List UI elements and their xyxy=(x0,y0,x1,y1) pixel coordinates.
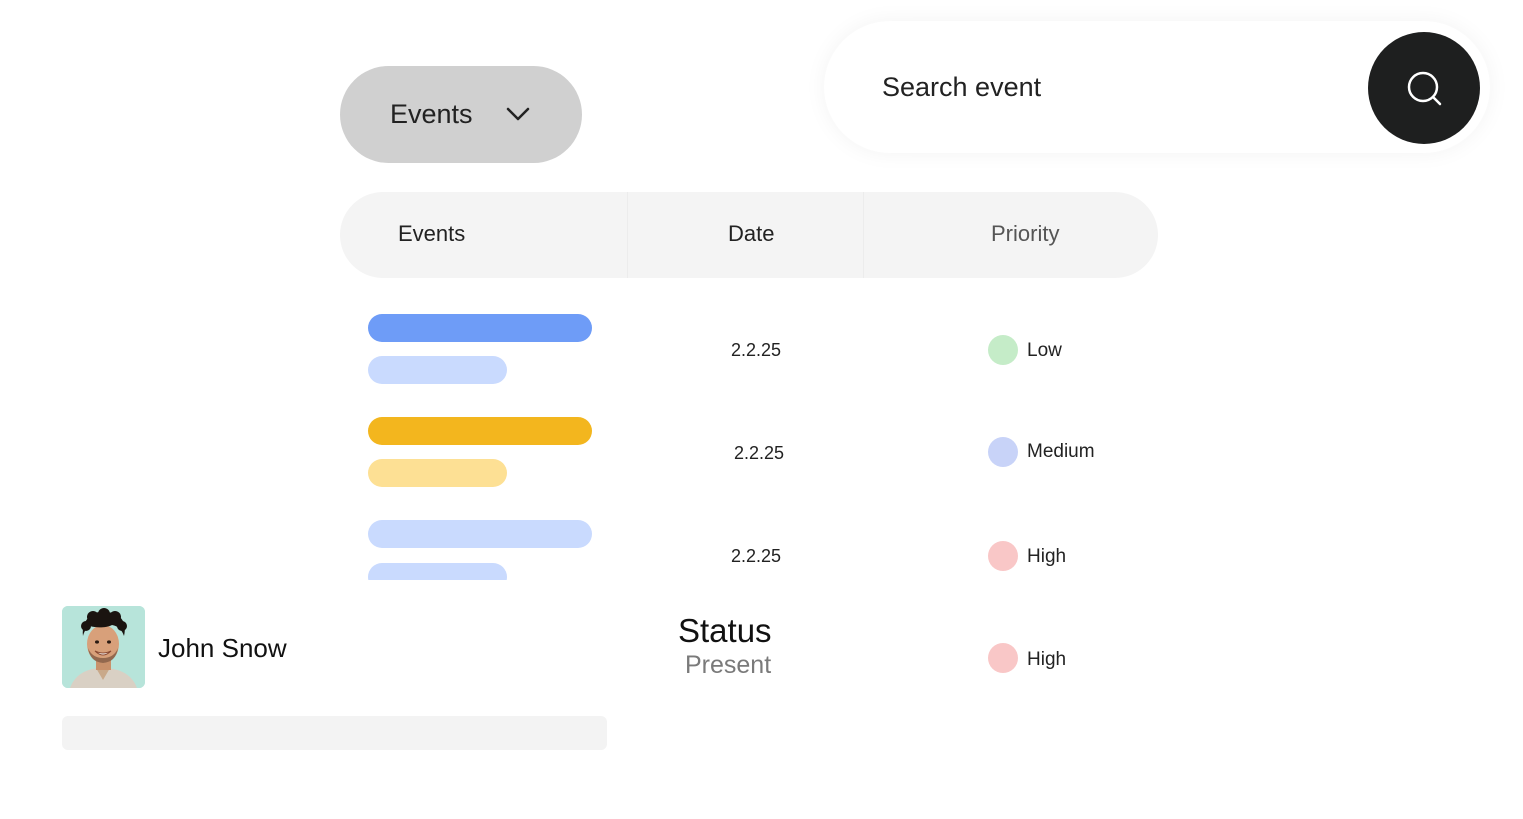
priority-label: High xyxy=(1027,649,1067,670)
event-date: 2.2.25 xyxy=(731,546,782,566)
table-header: Events Date Priority xyxy=(340,192,1158,278)
chevron-down-icon xyxy=(505,106,531,122)
search-button[interactable] xyxy=(1368,32,1480,144)
search-icon xyxy=(1407,71,1442,106)
column-divider xyxy=(863,192,864,278)
priority-label: Low xyxy=(1027,340,1062,361)
column-header-events[interactable]: Events xyxy=(398,221,465,247)
page: Events Events Date Priority 2.2.25 Low xyxy=(0,0,1523,819)
priority-dot xyxy=(988,643,1018,673)
event-bar-primary xyxy=(368,314,592,342)
event-bar-secondary xyxy=(368,459,507,487)
event-bar-primary xyxy=(368,417,592,445)
search-input[interactable] xyxy=(882,67,1342,107)
column-header-priority[interactable]: Priority xyxy=(991,221,1059,247)
priority-dot xyxy=(988,541,1018,571)
event-bar-secondary xyxy=(368,563,508,580)
column-divider xyxy=(627,192,628,278)
placeholder-bar xyxy=(62,716,607,750)
user-name: John Snow xyxy=(158,633,287,663)
avatar xyxy=(62,606,145,688)
priority-dot xyxy=(988,335,1018,365)
events-dropdown[interactable]: Events xyxy=(340,66,582,163)
priority-label: High xyxy=(1027,546,1067,567)
status-value: Present xyxy=(685,651,772,679)
events-dropdown-label: Events xyxy=(390,99,473,129)
priority-dot xyxy=(988,437,1018,467)
event-date: 2.2.25 xyxy=(734,443,785,463)
column-header-date[interactable]: Date xyxy=(728,221,774,247)
event-bar-secondary xyxy=(368,356,507,384)
search-bar xyxy=(824,21,1490,153)
priority-label: Medium xyxy=(1027,441,1095,462)
event-bar-primary xyxy=(368,520,592,548)
event-date: 2.2.25 xyxy=(731,340,782,360)
status-label: Status xyxy=(678,612,772,649)
